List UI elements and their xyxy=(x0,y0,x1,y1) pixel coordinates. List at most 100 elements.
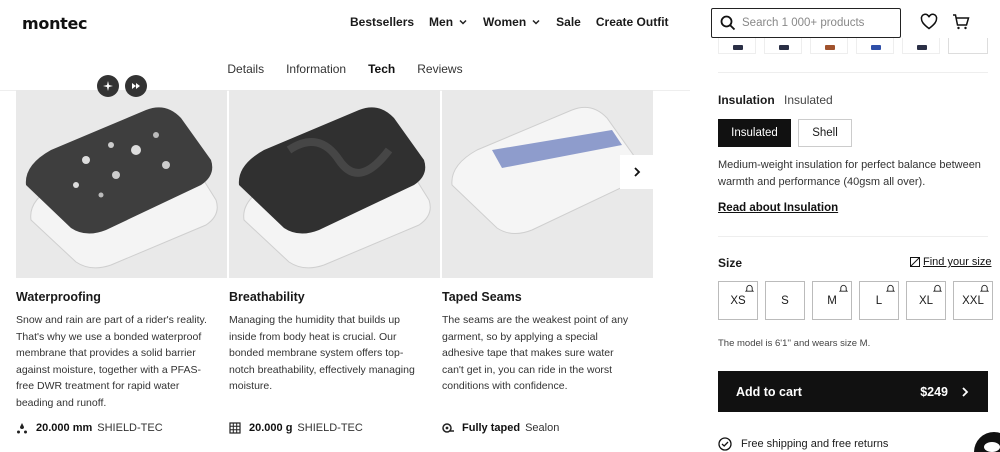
search-bar[interactable] xyxy=(711,8,901,38)
nav-label: Bestsellers xyxy=(350,15,415,29)
nav-label: Sale xyxy=(556,15,581,29)
size-option-xl[interactable]: XL xyxy=(906,281,946,320)
chat-bubble-icon xyxy=(984,442,1000,452)
size-heading: Size xyxy=(718,256,743,270)
nav-men[interactable]: Men xyxy=(429,15,468,29)
card-stat: 20.000 g SHIELD-TEC xyxy=(229,422,363,434)
breathability-fabric-image xyxy=(229,90,440,278)
insulation-label: Insulation xyxy=(718,93,775,107)
tech-card-breathability: Breathability Managing the humidity that… xyxy=(229,90,440,434)
tape-icon xyxy=(442,423,454,433)
thumbnail-swatch xyxy=(779,45,789,50)
tab-information[interactable]: Information xyxy=(286,62,346,92)
card-title: Waterproofing xyxy=(16,290,101,304)
ruler-icon xyxy=(910,257,920,267)
add-to-cart-label: Add to cart xyxy=(736,384,802,399)
check-circle-icon xyxy=(718,437,732,451)
bell-icon xyxy=(980,284,989,292)
size-label: XL xyxy=(918,294,934,307)
card-title: Taped Seams xyxy=(442,290,522,304)
size-label: L xyxy=(875,294,883,307)
option-shell-button[interactable]: Shell xyxy=(798,119,852,147)
carousel-next-button[interactable] xyxy=(620,155,654,189)
card-description: Snow and rain are part of a rider's real… xyxy=(16,314,207,409)
color-thumbnail[interactable] xyxy=(810,38,848,54)
color-thumbnail[interactable] xyxy=(718,38,756,54)
cart-icon[interactable] xyxy=(952,13,970,31)
find-your-size-link[interactable]: Find your size xyxy=(910,256,991,268)
chevron-right-icon xyxy=(962,386,969,397)
size-option-m[interactable]: M xyxy=(812,281,852,320)
add-to-cart-button[interactable]: Add to cart $249 xyxy=(718,371,988,412)
size-label: S xyxy=(781,294,789,307)
stat-value: 20.000 mm xyxy=(36,422,93,434)
size-option-xxl[interactable]: XXL xyxy=(953,281,993,320)
card-description: The seams are the weakest point of any g… xyxy=(442,314,629,392)
insulation-value: Insulated xyxy=(784,93,833,107)
card-stat: 20.000 mm SHIELD-TEC xyxy=(16,422,163,434)
nav-label: Create Outfit xyxy=(595,15,669,29)
color-thumbnail[interactable] xyxy=(856,38,894,54)
search-icon xyxy=(720,15,736,31)
divider xyxy=(718,236,988,237)
stat-label: Sealon xyxy=(525,422,560,434)
size-label: M xyxy=(827,294,837,307)
card-description: Managing the humidity that builds up ins… xyxy=(229,314,415,392)
color-thumbnail[interactable] xyxy=(764,38,802,54)
main-nav: Bestsellers Men Women Sale Create Outfit xyxy=(350,15,684,29)
shipping-label: Free shipping and free returns xyxy=(741,438,889,450)
bell-icon xyxy=(745,284,754,292)
option-insulated-button[interactable]: Insulated xyxy=(718,119,791,147)
size-option-xs[interactable]: XS xyxy=(718,281,758,320)
size-option-s[interactable]: S xyxy=(765,281,805,320)
play-icon xyxy=(132,83,140,89)
nav-sale[interactable]: Sale xyxy=(556,15,581,29)
price-group: $249 xyxy=(920,385,970,399)
search-input[interactable] xyxy=(742,17,892,29)
sparkle-icon xyxy=(103,81,113,91)
size-label: XXL xyxy=(962,294,984,307)
model-size-note: The model is 6'1'' and wears size M. xyxy=(718,338,871,349)
bell-icon xyxy=(839,284,848,292)
stat-label: SHIELD-TEC xyxy=(297,422,363,434)
stat-value: Fully taped xyxy=(462,422,521,434)
find-size-label: Find your size xyxy=(923,256,992,268)
price: $249 xyxy=(920,384,948,399)
stat-label: SHIELD-TEC xyxy=(97,422,163,434)
tab-details[interactable]: Details xyxy=(227,62,264,92)
grid-dots-icon xyxy=(229,422,241,434)
insulation-description: Medium-weight insulation for perfect bal… xyxy=(718,159,981,188)
nav-women[interactable]: Women xyxy=(483,15,541,29)
chevron-down-icon xyxy=(532,19,540,25)
chevron-down-icon xyxy=(459,19,467,25)
insulation-heading: Insulation Insulated xyxy=(718,93,833,107)
nav-label: Women xyxy=(483,15,527,29)
card-stat: Fully taped Sealon xyxy=(442,422,559,434)
waterproofing-fabric-image xyxy=(16,90,227,278)
tab-tech[interactable]: Tech xyxy=(368,62,396,92)
chevron-right-icon xyxy=(634,167,641,177)
thumbnail-swatch xyxy=(917,45,927,50)
nav-label: Men xyxy=(429,15,454,29)
color-thumbnails xyxy=(718,38,988,54)
thumbnail-swatch xyxy=(825,45,835,50)
video-button[interactable] xyxy=(125,75,147,97)
thumbnail-swatch xyxy=(733,45,743,50)
compare-button[interactable] xyxy=(97,75,119,97)
color-thumbnail[interactable] xyxy=(902,38,940,54)
divider xyxy=(718,72,988,73)
color-thumbnail-more[interactable] xyxy=(948,38,988,54)
tech-card-waterproofing: Waterproofing Snow and rain are part of … xyxy=(16,90,227,434)
read-about-insulation-link[interactable]: Read about Insulation xyxy=(718,202,838,214)
tab-reviews[interactable]: Reviews xyxy=(417,62,462,92)
water-drops-icon xyxy=(17,423,27,434)
nav-create-outfit[interactable]: Create Outfit xyxy=(596,15,669,29)
size-selector: XS S M L XL XXL xyxy=(718,281,993,320)
nav-bestsellers[interactable]: Bestsellers xyxy=(350,15,414,29)
thumbnail-swatch xyxy=(871,45,881,50)
brand-logo[interactable]: montec xyxy=(22,14,88,33)
heart-icon[interactable] xyxy=(920,13,938,31)
bell-icon xyxy=(886,284,895,292)
size-option-l[interactable]: L xyxy=(859,281,899,320)
shipping-info: Free shipping and free returns xyxy=(718,437,888,451)
